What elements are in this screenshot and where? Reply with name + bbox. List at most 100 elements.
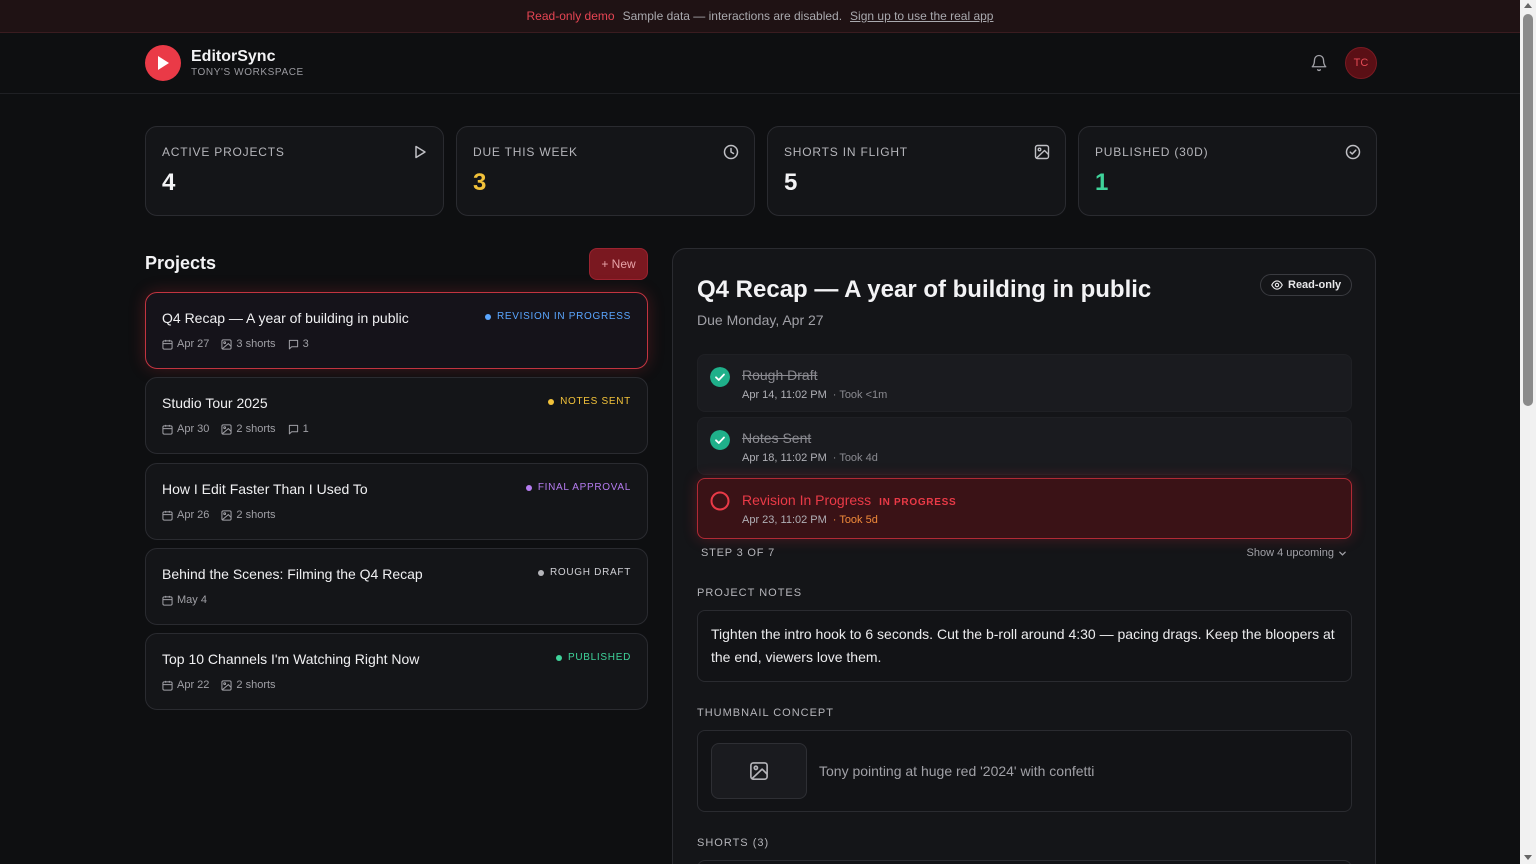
step-date: Apr 23, 11:02 PM [742, 514, 827, 526]
scroll-thumb[interactable] [1523, 14, 1533, 406]
status-badge: ROUGH DRAFT [537, 567, 631, 578]
status-dot [556, 654, 562, 661]
step-counter: STEP 3 OF 7 [701, 547, 776, 559]
project-date: May 4 [177, 594, 207, 606]
calendar-icon [162, 510, 173, 521]
step-rough-draft[interactable]: Rough Draft Apr 14, 11:02 PM · Took <1m [697, 354, 1352, 412]
app-name: EditorSync [191, 48, 276, 65]
step-date: Apr 14, 11:02 PM [742, 389, 827, 401]
calendar-icon [162, 339, 173, 350]
shorts-label: SHORTS (3) [697, 837, 770, 849]
page-scrollbar[interactable] [1520, 0, 1536, 864]
project-title: Q4 Recap — A year of building in public [162, 310, 409, 326]
play-logo-icon [158, 56, 169, 70]
eye-icon [1271, 280, 1283, 290]
image-icon [221, 509, 233, 521]
step-name: Notes Sent [742, 430, 812, 446]
project-shorts: 2 shorts [236, 679, 276, 691]
step-date: Apr 18, 11:02 PM [742, 452, 827, 464]
status-text: PUBLISHED [568, 652, 631, 663]
step-name: Revision In Progress IN PROGRESS [742, 492, 956, 508]
stat-label: PUBLISHED (30D) [1095, 145, 1209, 159]
stat-due-this-week: DUE THIS WEEK 3 [456, 126, 755, 216]
image-icon [1034, 144, 1050, 160]
comment-icon [288, 339, 298, 349]
stat-shorts-in-flight: SHORTS IN FLIGHT 5 [767, 126, 1066, 216]
thumbnail-concept-card: Tony pointing at huge red '2024' with co… [697, 730, 1352, 812]
bell-icon[interactable] [1310, 54, 1328, 72]
new-project-button[interactable]: + New [589, 248, 648, 280]
show-upcoming-button[interactable]: Show 4 upcoming [1247, 547, 1347, 559]
detail-due-date: Due Monday, Apr 27 [697, 312, 824, 328]
step-took: · Took 5d [832, 514, 878, 526]
play-icon [415, 145, 426, 159]
stat-value: 5 [784, 169, 798, 196]
stat-published-30d: PUBLISHED (30D) 1 [1078, 126, 1377, 216]
user-avatar[interactable]: TC [1345, 47, 1377, 79]
readonly-pill-label: Read-only [1288, 279, 1342, 291]
project-meta: Apr 22 2 shorts [162, 679, 276, 691]
status-badge: PUBLISHED [556, 652, 631, 663]
show-upcoming-label: Show 4 upcoming [1246, 547, 1334, 559]
clock-icon [723, 144, 739, 160]
project-notes: Tighten the intro hook to 6 seconds. Cut… [697, 610, 1352, 682]
stat-value: 3 [473, 169, 487, 196]
signup-link[interactable]: Sign up to use the real app [850, 9, 993, 23]
project-title: Studio Tour 2025 [162, 395, 268, 411]
scroll-up-arrow-icon[interactable] [1524, 3, 1532, 8]
check-circle-icon [1345, 144, 1361, 160]
step-revision-in-progress[interactable]: Revision In Progress IN PROGRESS Apr 23, … [697, 478, 1352, 539]
calendar-icon [162, 424, 173, 435]
stat-value: 4 [162, 169, 176, 196]
project-title: Top 10 Channels I'm Watching Right Now [162, 651, 420, 667]
stat-value: 1 [1095, 169, 1109, 196]
thumbnail-description: Tony pointing at huge red '2024' with co… [819, 763, 1095, 779]
status-badge: REVISION IN PROGRESS [484, 311, 631, 322]
shorts-list [697, 860, 1352, 864]
image-icon [750, 762, 768, 780]
project-card[interactable]: How I Edit Faster Than I Used To FINAL A… [145, 463, 648, 540]
readonly-pill: Read-only [1260, 274, 1353, 296]
stat-label: SHORTS IN FLIGHT [784, 145, 908, 159]
in-progress-badge: IN PROGRESS [879, 497, 957, 508]
image-icon [221, 679, 233, 691]
status-text: ROUGH DRAFT [549, 567, 631, 578]
project-shorts: 3 shorts [236, 338, 276, 350]
app-header: EditorSync TONY'S WORKSPACE TC [0, 33, 1520, 94]
step-took: · Took <1m [832, 389, 888, 401]
project-date: Apr 30 [177, 423, 210, 435]
thumbnail-placeholder[interactable] [711, 743, 807, 799]
project-date: Apr 27 [177, 338, 210, 350]
project-card[interactable]: Top 10 Channels I'm Watching Right Now P… [145, 633, 648, 710]
step-date-line: Apr 18, 11:02 PM · Took 4d [742, 452, 878, 464]
stat-label: DUE THIS WEEK [473, 145, 578, 159]
projects-heading: Projects [145, 253, 217, 273]
step-name: Rough Draft [742, 367, 818, 383]
project-meta: Apr 27 3 shorts 3 [162, 338, 309, 350]
step-took: · Took 4d [832, 452, 878, 464]
step-notes-sent[interactable]: Notes Sent Apr 18, 11:02 PM · Took 4d [697, 417, 1352, 475]
workspace-name: TONY'S WORKSPACE [191, 67, 304, 78]
status-text: FINAL APPROVAL [537, 482, 631, 493]
project-shorts: 2 shorts [236, 423, 276, 435]
calendar-icon [162, 595, 173, 606]
project-meta: Apr 30 2 shorts 1 [162, 423, 309, 435]
scroll-down-arrow-icon[interactable] [1524, 855, 1532, 860]
step-date-line: Apr 14, 11:02 PM · Took <1m [742, 389, 887, 401]
status-text: REVISION IN PROGRESS [496, 311, 631, 322]
step-name-text: Revision In Progress [742, 492, 872, 508]
project-date: Apr 26 [177, 509, 210, 521]
project-card[interactable]: Q4 Recap — A year of building in public … [145, 292, 648, 369]
status-dot [484, 313, 491, 320]
app-logo[interactable] [145, 45, 181, 81]
step-date-line: Apr 23, 11:02 PM · Took 5d [742, 514, 878, 526]
project-shorts: 2 shorts [236, 509, 276, 521]
image-icon [221, 338, 233, 350]
status-text: NOTES SENT [560, 396, 631, 407]
readonly-demo-label: Read-only demo [526, 9, 615, 23]
project-notes-label: PROJECT NOTES [697, 587, 803, 599]
project-card[interactable]: Behind the Scenes: Filming the Q4 Recap … [145, 548, 648, 625]
project-comments: 3 [302, 338, 309, 350]
project-card[interactable]: Studio Tour 2025 NOTES SENT Apr 30 2 sho… [145, 377, 648, 454]
brand: EditorSync TONY'S WORKSPACE [191, 48, 304, 78]
